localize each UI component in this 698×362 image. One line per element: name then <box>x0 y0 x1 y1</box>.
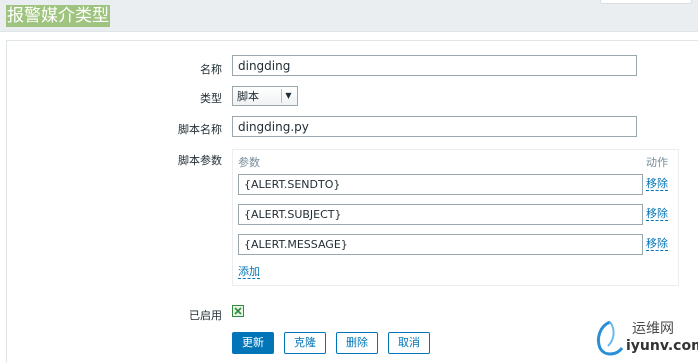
clone-button[interactable]: 克隆 <box>284 332 326 354</box>
remove-param-link[interactable]: 移除 <box>646 178 668 191</box>
update-button[interactable]: 更新 <box>232 332 274 354</box>
remove-param-link[interactable]: 移除 <box>646 208 668 221</box>
script-params-table: 参数 动作 移除 移除 移除 添加 <box>232 149 679 286</box>
watermark-en-text: iyunv.com <box>626 338 698 354</box>
watermark-cn-text: 运维网 <box>632 321 674 337</box>
watermark: 运维网 iyunv.com <box>592 316 698 360</box>
script-params-label: 脚本参数 <box>178 154 222 167</box>
param-input-subject[interactable] <box>238 204 643 225</box>
type-label: 类型 <box>200 92 222 105</box>
type-select-value: 脚本 <box>237 90 259 103</box>
cancel-button[interactable]: 取消 <box>388 332 430 354</box>
dropdown-arrow-icon: ▼ <box>281 89 295 103</box>
enabled-checkbox[interactable] <box>232 305 244 317</box>
check-icon <box>234 307 242 315</box>
name-label: 名称 <box>200 63 222 76</box>
action-column-header: 动作 <box>646 156 668 169</box>
script-name-input[interactable] <box>232 116 637 137</box>
remove-param-link[interactable]: 移除 <box>646 238 668 251</box>
enabled-label: 已启用 <box>189 309 222 322</box>
watermark-logo-icon <box>596 320 624 356</box>
param-input-sendto[interactable] <box>238 174 643 195</box>
page-header: 报警媒介类型 <box>0 0 698 32</box>
add-param-link[interactable]: 添加 <box>238 266 260 279</box>
param-input-message[interactable] <box>238 234 643 255</box>
header-search-box[interactable] <box>600 0 692 4</box>
delete-button[interactable]: 删除 <box>336 332 378 354</box>
name-input[interactable] <box>232 55 637 76</box>
script-name-label: 脚本名称 <box>178 123 222 136</box>
type-select[interactable]: 脚本 ▼ <box>232 86 298 106</box>
page-title: 报警媒介类型 <box>6 5 110 27</box>
params-column-header: 参数 <box>238 156 260 169</box>
